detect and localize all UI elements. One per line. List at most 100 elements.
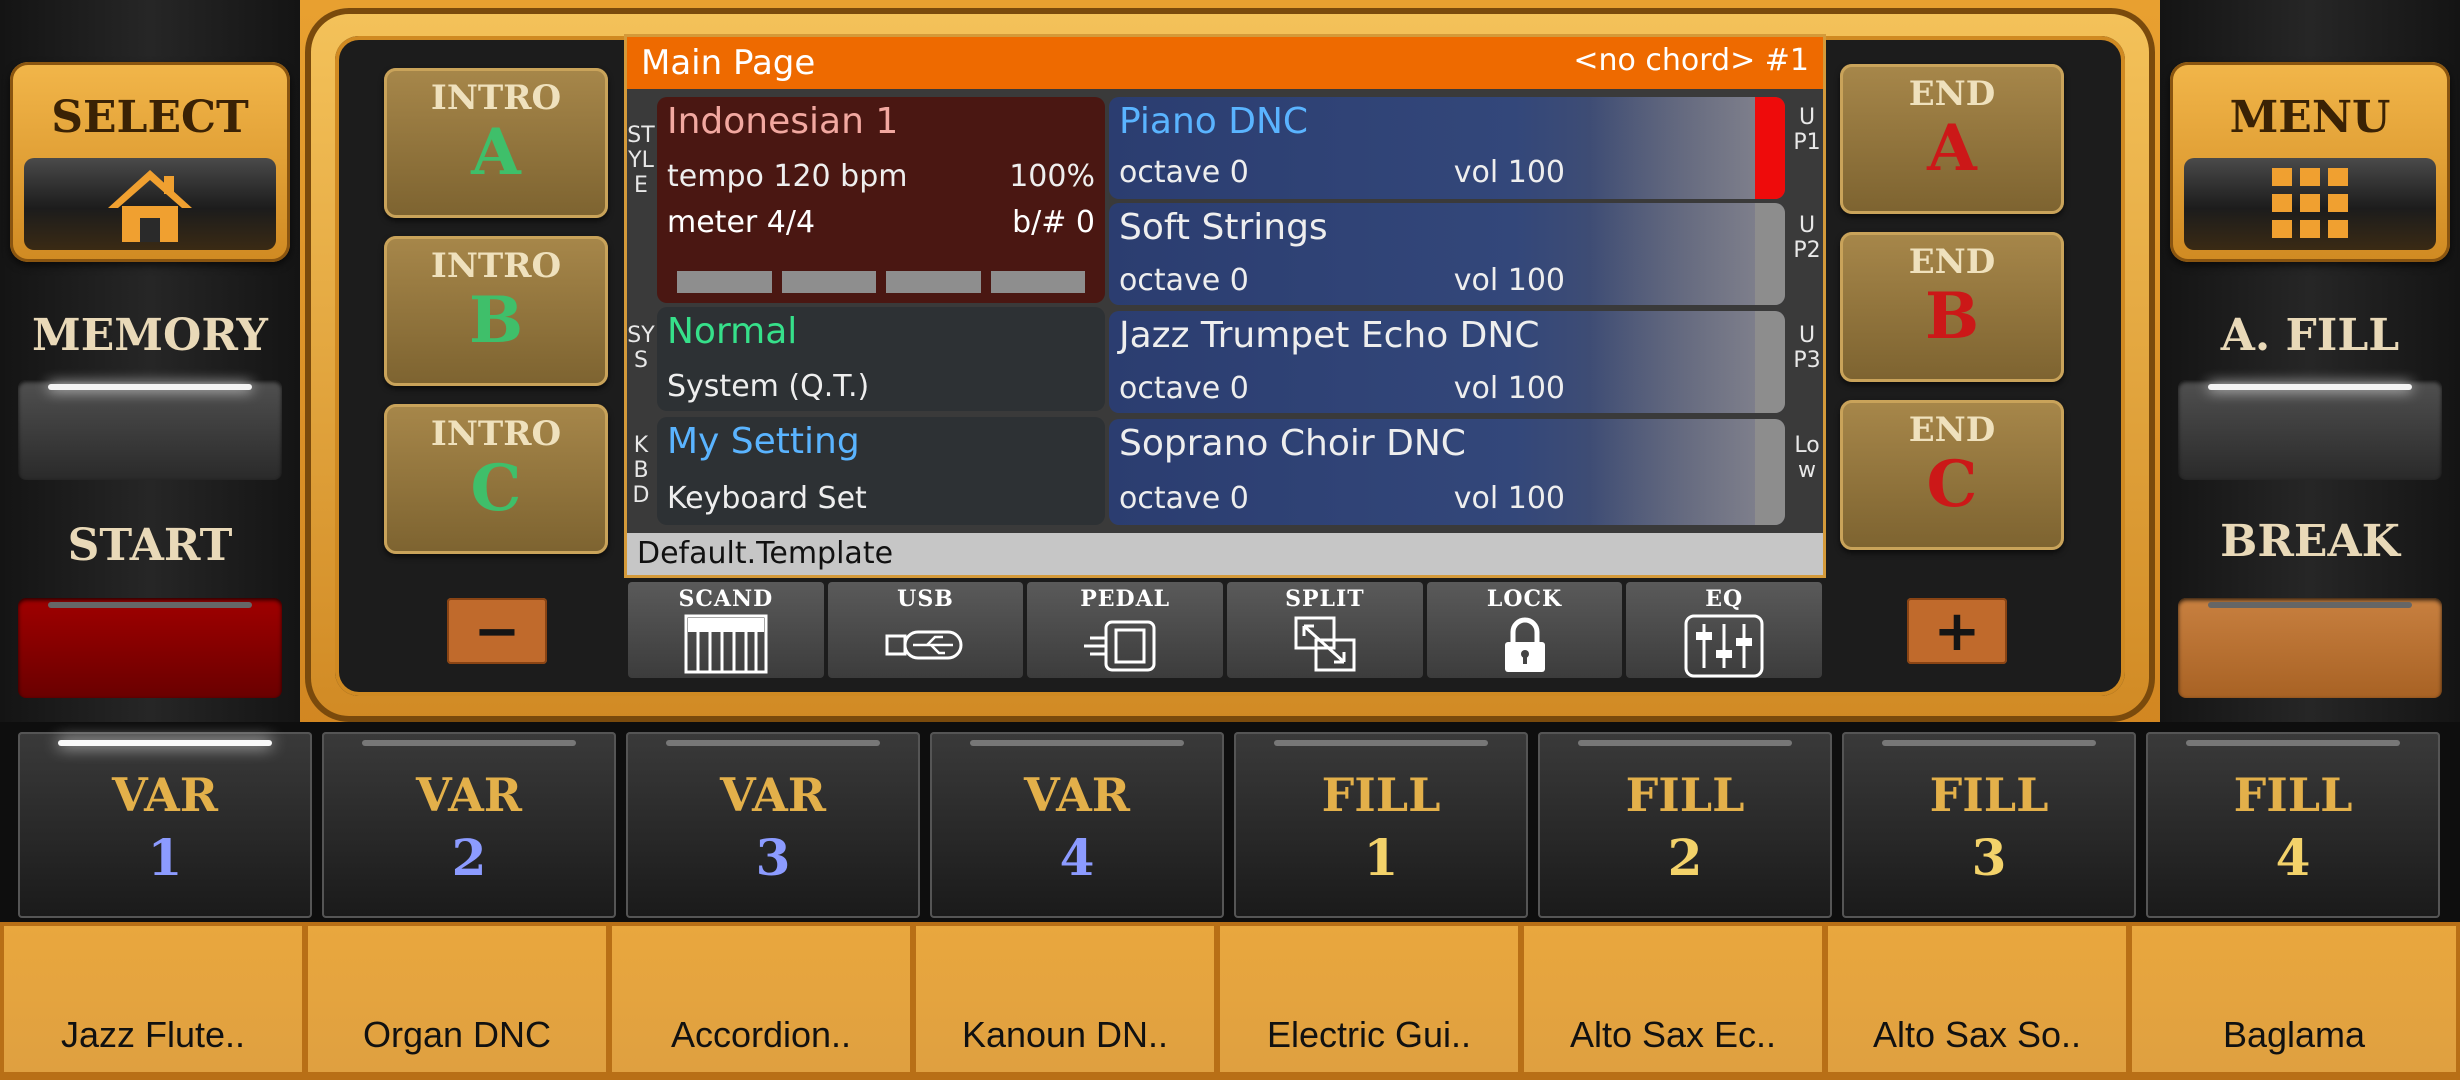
end-b-button[interactable]: END B [1840,232,2064,382]
plus-button[interactable]: + [1907,598,2007,664]
pedal-icon [1084,620,1156,672]
instrument-slot-2[interactable]: Organ DNC [308,926,606,1072]
instrument-slot-5[interactable]: Electric Gui.. [1220,926,1518,1072]
minus-button[interactable]: − [447,598,547,664]
intro-c-button[interactable]: INTRO C [384,404,608,554]
start-label: START [67,520,233,571]
end-b-label: END [1908,242,1996,282]
fill-1-number: 1 [1363,828,1399,887]
pedal-button[interactable]: PEDAL [1027,582,1224,678]
instrument-slot-1[interactable]: Jazz Flute.. [4,926,302,1072]
voice-octave: octave 0 [1119,371,1249,406]
split-icon [1294,616,1356,672]
intro-b-letter: B [468,283,524,358]
instrument-slot-3[interactable]: Accordion.. [612,926,910,1072]
fill-4-button[interactable]: FILL 4 [2146,732,2440,918]
intro-c-letter: C [470,451,522,526]
style-side-label: STYLE [627,123,655,198]
low-side-label: Low [1794,433,1820,483]
var-4-number: 4 [1059,828,1095,887]
instrument-row: Jazz Flute.. Organ DNC Accordion.. Kanou… [0,922,2460,1080]
pedal-label: PEDAL [1080,586,1171,612]
end-c-button[interactable]: END C [1840,400,2064,550]
fill-2-number: 2 [1667,828,1703,887]
var-3-number: 3 [755,828,791,887]
select-button[interactable]: SELECT [10,62,290,262]
style-panel[interactable]: Indonesian 1 tempo 120 bpm 100% meter 4/… [657,97,1105,303]
start-button[interactable] [18,598,282,698]
voice-low-panel[interactable]: Soprano Choir DNC octave 0 vol 100 [1109,419,1785,525]
beat-segment [990,271,1085,293]
select-label: SELECT [51,92,249,143]
active-indicator [1755,97,1785,199]
equalizer-icon [1684,614,1764,678]
menu-button[interactable]: MENU [2170,62,2450,262]
kbd-side-label: KBD [632,433,650,508]
fill-3-number: 3 [1971,828,2007,887]
voice-up2-panel[interactable]: Soft Strings octave 0 vol 100 [1109,203,1785,305]
title-bar: Main Page <no chord> #1 [627,37,1823,89]
fill-4-number: 4 [2275,828,2311,887]
var-2-number: 2 [451,828,487,887]
inactive-led [2186,740,2400,746]
afill-button[interactable] [2178,380,2442,480]
usb-button[interactable]: USB [827,582,1024,678]
inactive-led [666,740,880,746]
end-a-button[interactable]: END A [1840,64,2064,214]
eq-label: EQ [1705,586,1744,612]
end-a-label: END [1908,74,1996,114]
fill-3-label: FILL [1929,768,2049,822]
instrument-slot-6[interactable]: Alto Sax Ec.. [1524,926,1822,1072]
scand-button[interactable]: SCAND [628,582,824,678]
var-3-button[interactable]: VAR 3 [626,732,920,918]
tool-bar: SCAND USB PEDAL SPLIT LOCK EQ [628,582,1823,678]
var-4-label: VAR [1023,768,1131,822]
grid-menu-icon [2184,158,2436,250]
keyboard-panel[interactable]: My Setting Keyboard Set [657,417,1105,525]
end-c-label: END [1908,410,1996,450]
active-led [58,740,272,746]
voice-up1-panel[interactable]: Piano DNC octave 0 vol 100 [1109,97,1785,199]
intro-b-button[interactable]: INTRO B [384,236,608,386]
fill-3-button[interactable]: FILL 3 [1842,732,2136,918]
variation-fill-row: VAR 1 VAR 2 VAR 3 VAR 4 FILL 1 FILL 2 FI… [0,722,2460,922]
chord-indicator: <no chord> #1 [1573,43,1809,78]
right-panel: MENU A. FILL BREAK [2160,0,2460,722]
template-bar[interactable]: Default.Template [627,533,1823,575]
voice-up3-panel[interactable]: Jazz Trumpet Echo DNC octave 0 vol 100 [1109,311,1785,413]
instrument-slot-7[interactable]: Alto Sax So.. [1828,926,2126,1072]
fill-2-label: FILL [1625,768,1745,822]
lock-button[interactable]: LOCK [1426,582,1623,678]
voice-octave: octave 0 [1119,263,1249,298]
usb-icon [885,630,962,660]
memory-button[interactable] [18,380,282,480]
fill-1-label: FILL [1321,768,1441,822]
sys-side-label: SYS [627,323,655,373]
system-panel[interactable]: Normal System (Q.T.) [657,307,1105,411]
system-name: Normal [667,311,798,352]
fill-2-button[interactable]: FILL 2 [1538,732,1832,918]
voice-volume: vol 100 [1453,263,1565,298]
meter-value: meter 4/4 [667,205,816,240]
intro-c-label: INTRO [430,414,562,454]
break-button[interactable] [2178,598,2442,698]
inactive-indicator [1755,419,1785,525]
strings-image [1589,203,1759,305]
inactive-led [1882,740,2096,746]
fill-1-button[interactable]: FILL 1 [1234,732,1528,918]
keyboard-name: My Setting [667,421,860,462]
style-beat-indicator [677,271,1085,293]
inactive-indicator [1755,311,1785,413]
intro-a-button[interactable]: INTRO A [384,68,608,218]
instrument-slot-8[interactable]: Baglama [2132,926,2456,1072]
var-1-button[interactable]: VAR 1 [18,732,312,918]
eq-button[interactable]: EQ [1626,582,1823,678]
var-2-button[interactable]: VAR 2 [322,732,616,918]
voice-name: Soft Strings [1119,207,1328,248]
inactive-led [970,740,1184,746]
intro-a-label: INTRO [430,78,562,118]
beat-segment [781,271,876,293]
var-4-button[interactable]: VAR 4 [930,732,1224,918]
split-button[interactable]: SPLIT [1227,582,1423,678]
instrument-slot-4[interactable]: Kanoun DN.. [916,926,1214,1072]
